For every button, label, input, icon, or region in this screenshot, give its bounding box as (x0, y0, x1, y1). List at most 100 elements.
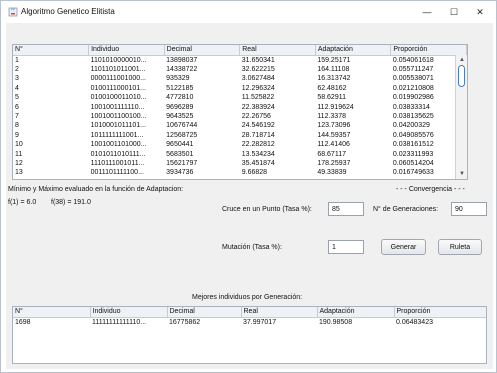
table-cell: 0100111000101... (90, 84, 146, 92)
table-row[interactable]: 5 0100100011010... 4772810 11.525822 58.6291… (13, 93, 467, 102)
table-cell: 1001001111110... (90, 103, 145, 111)
window-title: Algoritmo Genetico Elitista (21, 7, 115, 16)
table-cell: 15621797 (166, 159, 198, 167)
minimize-button[interactable]: — (414, 4, 440, 20)
table-cell: 190.98508 (319, 318, 353, 326)
table-row[interactable]: 6 1001001111110... 9696289 22.383924 112.919… (13, 103, 467, 112)
close-button[interactable]: ✕ (467, 4, 493, 20)
table-cell: 0011101111100... (90, 169, 144, 177)
table-row[interactable]: 10 1001001101000... 9650441 22.282812 112.41… (13, 140, 467, 149)
best-column-header-fitness[interactable]: Adaptación (317, 307, 395, 318)
roulette-button[interactable]: Ruleta (438, 239, 482, 255)
table-cell: 9 (15, 131, 19, 139)
table-cell: 1011111111001... (90, 131, 144, 139)
table-cell: 22.383924 (241, 103, 275, 111)
app-window: Algoritmo Genetico Elitista — ☐ ✕ N° Ind… (0, 0, 497, 373)
table-cell: 112.919624 (317, 103, 354, 111)
table-cell: 935329 (166, 75, 190, 83)
best-column-header-number[interactable]: N° (13, 307, 91, 318)
table-cell: 14338722 (166, 65, 198, 73)
table-row[interactable]: 8 1010001011101... 10676744 24.546192 123.73… (13, 121, 467, 130)
table-cell: 5683501 (166, 150, 194, 158)
best-table-row[interactable]: 1698 11111111111110... 16775862 37.997017 19… (13, 317, 486, 327)
table-cell: 1698 (15, 318, 31, 326)
table-cell: 16775862 (169, 318, 201, 326)
column-header-fitness[interactable]: Adaptación (315, 45, 392, 56)
best-individuals-table[interactable]: N° Individuo Decimal Real Adaptación Pro… (12, 306, 487, 364)
table-cell: 13.534234 (241, 150, 275, 158)
population-vertical-scrollbar[interactable]: ▲ ▼ (455, 55, 467, 179)
best-column-header-individual[interactable]: Individuo (90, 307, 168, 318)
table-cell: 6 (15, 103, 19, 111)
scroll-up-arrow-icon[interactable]: ▲ (456, 55, 467, 65)
table-cell: 9650441 (166, 141, 194, 149)
table-header-row: N° Individuo Decimal Real Adaptación Pro… (13, 45, 467, 56)
table-cell: 10676744 (166, 122, 198, 130)
convergence-label: - - - Convergencia - - - (396, 186, 465, 193)
table-cell: 3 (15, 75, 19, 83)
maximize-button[interactable]: ☐ (441, 4, 467, 20)
java-cup-icon (8, 7, 18, 17)
population-table[interactable]: N° Individuo Decimal Real Adaptación Pro… (12, 44, 468, 180)
table-cell: 32.622215 (241, 65, 275, 73)
f-max-value: f(38) = 191.0 (51, 199, 91, 206)
table-row[interactable]: 3 0000111001000... 935329 3.0627484 16.31374… (13, 74, 467, 83)
table-cell: 164.11108 (317, 65, 350, 73)
min-max-label: Mínimo y Máximo evaluado en la función d… (8, 186, 184, 193)
table-cell: 58.62911 (317, 94, 346, 102)
table-cell: 10 (15, 141, 23, 149)
best-column-header-decimal[interactable]: Decimal (167, 307, 242, 318)
title-bar[interactable]: Algoritmo Genetico Elitista — ☐ ✕ (1, 1, 496, 23)
table-cell: 9643525 (166, 112, 194, 120)
table-cell: 0.06483423 (396, 318, 433, 326)
column-header-decimal[interactable]: Decimal (164, 45, 241, 56)
table-row[interactable]: 9 1011111111001... 12568725 28.718714 144.59… (13, 131, 467, 140)
mutation-rate-input[interactable] (328, 240, 364, 254)
table-cell: 31.650341 (241, 56, 275, 64)
crossover-rate-input[interactable] (328, 202, 364, 216)
column-header-proportion[interactable]: Proporción (390, 45, 467, 56)
table-cell: 9696289 (166, 103, 194, 111)
scroll-thumb[interactable] (458, 65, 465, 87)
column-header-real[interactable]: Real (239, 45, 316, 56)
table-cell: 11.525822 (241, 94, 275, 102)
scroll-down-arrow-icon[interactable]: ▼ (456, 169, 467, 179)
best-column-header-real[interactable]: Real (241, 307, 318, 318)
generate-button[interactable]: Generar (381, 239, 426, 255)
table-cell: 4772810 (166, 94, 194, 102)
table-cell: 11 (15, 150, 23, 158)
table-cell: 159.25171 (317, 56, 351, 64)
table-cell: 1 (15, 56, 19, 64)
table-cell: 112.3378 (317, 112, 346, 120)
column-header-number[interactable]: N° (13, 45, 90, 56)
table-row[interactable]: 2 1101101011001... 14338722 32.622215 164.11… (13, 65, 467, 74)
table-cell: 68.67117 (317, 150, 346, 158)
table-cell: 1101010000010... (90, 56, 147, 64)
best-table-grid: N° Individuo Decimal Real Adaptación Pro… (13, 307, 486, 327)
table-row[interactable]: 11 0101011010111... 5683501 13.534234 68.671… (13, 150, 467, 159)
table-cell: 1001001100100... (90, 112, 147, 120)
table-cell: 144.59357 (317, 131, 351, 139)
table-cell: 13898037 (166, 56, 198, 64)
table-cell: 1010001011101... (90, 122, 146, 130)
table-cell: 5 (15, 94, 19, 102)
best-table-header-row: N° Individuo Decimal Real Adaptación Pro… (13, 307, 486, 318)
table-cell: 12 (15, 159, 23, 167)
table-cell: 0000111001000... (90, 75, 146, 83)
best-column-header-proportion[interactable]: Proporción (394, 307, 486, 318)
generations-input[interactable] (451, 202, 487, 216)
column-header-individual[interactable]: Individuo (88, 45, 165, 56)
table-cell: 9.66828 (241, 169, 268, 177)
table-cell: 3934736 (166, 169, 194, 177)
table-row[interactable]: 12 1110111001011... 15621797 35.451874 178.2… (13, 159, 467, 168)
table-cell: 0101011010111... (90, 150, 146, 158)
table-cell: 123.73096 (317, 122, 351, 130)
table-row[interactable]: 13 0011101111100... 3934736 9.66828 49.33839… (13, 168, 467, 177)
f-min-value: f(1) = 6.0 (8, 199, 37, 206)
table-cell: 1110111001011... (90, 159, 145, 167)
table-row[interactable]: 7 1001001100100... 9643525 22.26756 112.3378… (13, 112, 467, 121)
table-row[interactable]: 4 0100111000101... 5122185 12.296324 62.4816… (13, 84, 467, 93)
table-row[interactable]: 1 1101010000010... 13898037 31.650341 159.25… (13, 55, 467, 65)
table-cell: 3.0627484 (241, 75, 275, 83)
table-cell: 1101101011001... (90, 65, 146, 73)
